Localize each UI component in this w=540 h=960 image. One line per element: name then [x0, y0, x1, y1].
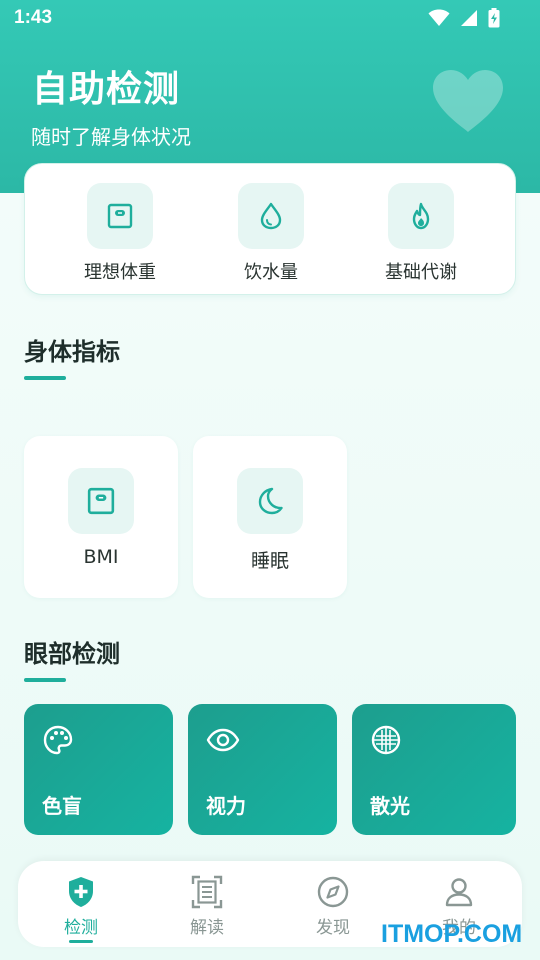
nav-label: 解读: [190, 918, 224, 938]
quick-item-label: 饮水量: [244, 262, 298, 283]
nav-tab-interpret[interactable]: 解读: [172, 873, 242, 938]
eye-icon: [206, 728, 240, 752]
metric-icon-box: [237, 468, 303, 534]
status-time: 1:43: [14, 7, 53, 28]
eye-card-astigmatism[interactable]: 散光: [352, 704, 516, 835]
scale-icon: [107, 203, 133, 229]
flame-icon: [412, 202, 430, 230]
nav-icon-wrap: [172, 873, 242, 911]
section-title-eye: 眼部检测: [24, 640, 120, 668]
metric-label: 睡眠: [250, 550, 289, 572]
nav-icon-wrap: [424, 873, 494, 911]
wifi-icon: [428, 9, 450, 26]
moon-icon: [258, 487, 283, 515]
eye-card-color-blind[interactable]: 色盲: [24, 704, 173, 835]
quick-item-label: 理想体重: [84, 262, 156, 283]
water-drop-icon: [260, 202, 282, 230]
metric-icon-box: [68, 468, 134, 534]
metric-label: BMI: [83, 546, 119, 568]
quick-icon-box: [388, 183, 454, 249]
nav-active-indicator: [69, 940, 93, 943]
battery-icon: [488, 8, 500, 28]
nav-icon-wrap: [298, 873, 368, 911]
quick-actions-card: 理想体重 饮水量 基础代谢: [24, 163, 516, 295]
user-icon: [445, 878, 473, 907]
metric-card-bmi[interactable]: BMI: [24, 436, 178, 598]
watermark: ITMOP.COM: [381, 920, 523, 948]
quick-icon-box: [238, 183, 304, 249]
section-underline: [24, 678, 66, 682]
page-subtitle: 随时了解身体状况: [31, 125, 191, 149]
nav-tab-discover[interactable]: 发现: [298, 873, 368, 938]
status-bar: 1:43: [0, 0, 540, 36]
eye-card-label: 色盲: [42, 794, 82, 818]
heart-icon: [433, 70, 503, 132]
nav-icon-wrap: [46, 873, 116, 911]
nav-tab-detect[interactable]: 检测: [46, 873, 116, 943]
grid-circle-icon: [371, 725, 401, 755]
quick-item-metabolism[interactable]: 基础代谢: [371, 183, 471, 284]
section-title-body: 身体指标: [24, 338, 120, 366]
compass-icon: [317, 876, 349, 908]
quick-item-ideal-weight[interactable]: 理想体重: [70, 183, 170, 284]
signal-icon: [461, 10, 477, 26]
status-icons: [428, 8, 500, 28]
eye-card-label: 散光: [370, 794, 410, 818]
eye-card-label: 视力: [206, 794, 246, 818]
quick-item-water-intake[interactable]: 饮水量: [221, 183, 321, 284]
quick-icon-box: [87, 183, 153, 249]
page-title: 自助检测: [32, 69, 181, 110]
scale-icon: [87, 487, 115, 515]
metric-card-sleep[interactable]: 睡眠: [193, 436, 347, 598]
quick-item-label: 基础代谢: [385, 262, 457, 283]
nav-label: 发现: [316, 918, 350, 938]
eye-card-vision[interactable]: 视力: [188, 704, 337, 835]
document-scan-icon: [191, 875, 223, 909]
shield-plus-icon: [69, 877, 93, 907]
section-underline: [24, 376, 66, 380]
palette-icon: [43, 725, 73, 755]
nav-label: 检测: [64, 918, 98, 938]
